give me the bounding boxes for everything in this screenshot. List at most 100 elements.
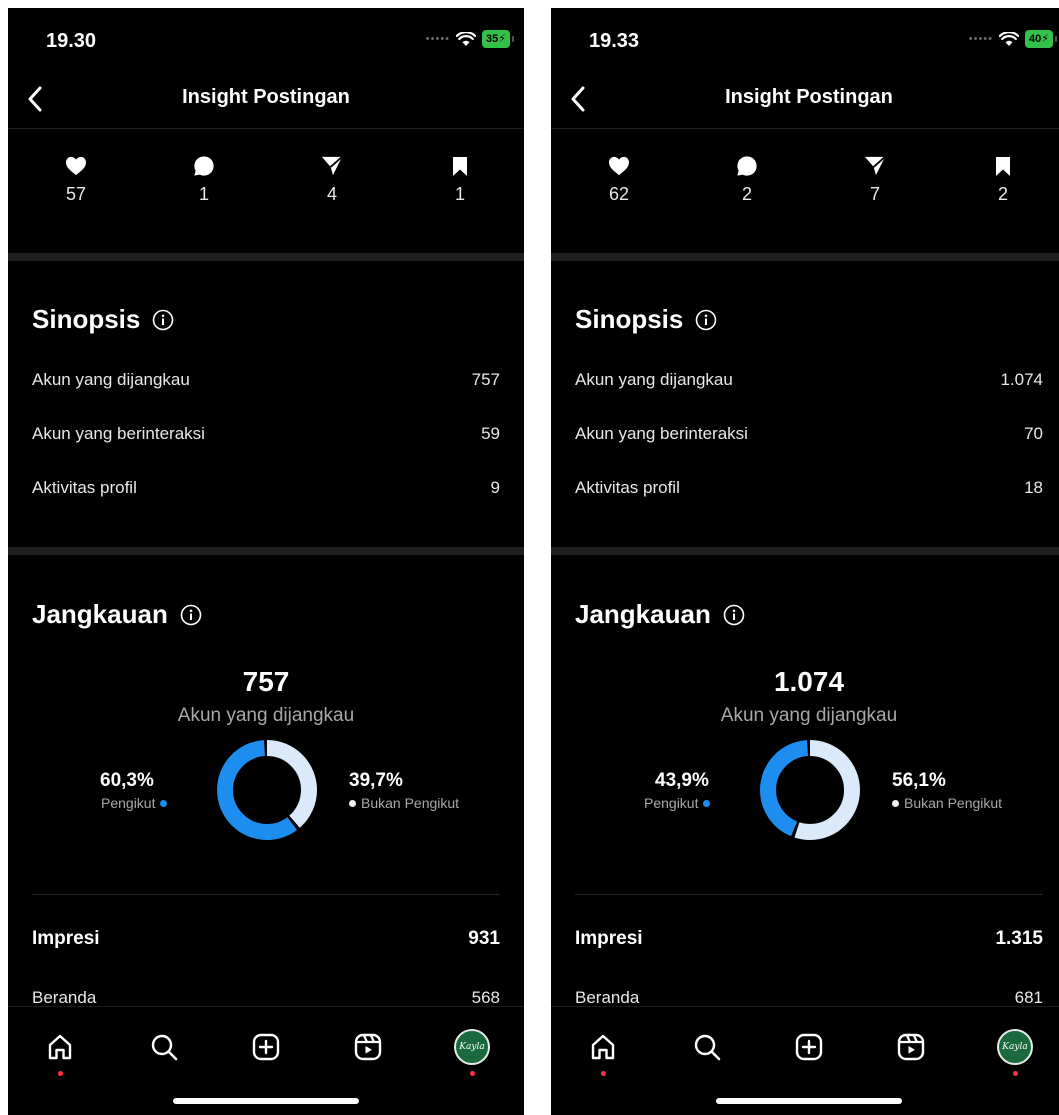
notification-dot: [601, 1071, 606, 1076]
impresi-row[interactable]: Impresi 1.315: [575, 928, 1043, 950]
bottom-tab-bar: Kayla: [551, 1006, 1059, 1115]
impresi-row[interactable]: Impresi 931: [32, 928, 500, 950]
phone-screen-left: 19.30 ••••• 35⚡ Insight Postingan 57 1 4…: [8, 8, 524, 1115]
sinopsis-row[interactable]: Aktivitas profil 9: [32, 478, 500, 498]
bottom-tab-bar: Kayla: [8, 1006, 524, 1115]
tab-search[interactable]: [142, 1025, 186, 1069]
search-icon: [151, 1034, 178, 1061]
battery-level: 40: [1029, 33, 1042, 45]
sinopsis-row[interactable]: Akun yang berinteraksi 70: [575, 424, 1043, 444]
info-icon[interactable]: [723, 604, 745, 626]
tab-home[interactable]: [38, 1025, 82, 1069]
divider-line: [32, 894, 500, 895]
likes-count: 57: [65, 184, 87, 204]
status-icons: ••••• 40⚡: [969, 30, 1057, 48]
comments-metric: 1: [174, 154, 234, 205]
avatar-text: Kayla: [1002, 1042, 1028, 1052]
status-bar: 19.33 ••••• 40⚡: [551, 8, 1059, 68]
signal-icon: •••••: [425, 33, 451, 45]
battery-indicator: 40⚡: [1025, 30, 1057, 48]
phone-screen-right: 19.33 ••••• 40⚡ Insight Postingan 62 2 7…: [551, 8, 1059, 1115]
info-icon[interactable]: [180, 604, 202, 626]
row-value: 70: [1024, 424, 1043, 443]
wifi-icon: [456, 31, 477, 46]
row-label: Akun yang dijangkau: [32, 370, 190, 389]
share-icon: [321, 156, 343, 176]
saves-metric: 1: [430, 154, 490, 205]
beranda-row[interactable]: Beranda 681: [575, 988, 1043, 1008]
sinopsis-row[interactable]: Akun yang dijangkau 1.074: [575, 370, 1043, 390]
followers-percentage: 43,9%: [655, 770, 709, 791]
comment-icon: [737, 156, 757, 176]
status-icons: ••••• 35⚡: [425, 30, 514, 48]
impresi-label: Impresi: [575, 928, 643, 949]
tab-create[interactable]: [244, 1025, 288, 1069]
tab-search[interactable]: [685, 1025, 729, 1069]
comment-icon: [194, 156, 214, 176]
beranda-row[interactable]: Beranda 568: [32, 988, 500, 1008]
followers-percentage: 60,3%: [100, 770, 154, 791]
section-divider: [551, 547, 1059, 555]
saves-metric: 2: [973, 154, 1033, 205]
section-divider: [8, 253, 524, 261]
tab-reels[interactable]: [346, 1025, 390, 1069]
tab-create[interactable]: [787, 1025, 831, 1069]
jangkauan-title: Jangkauan: [32, 599, 202, 630]
reach-donut-chart: [760, 740, 860, 840]
row-value: 757: [471, 370, 500, 389]
info-icon[interactable]: [695, 309, 717, 331]
nonfollowers-label-text: Bukan Pengikut: [904, 795, 1003, 811]
info-icon[interactable]: [152, 309, 174, 331]
engagement-metrics: 62 2 7 2: [551, 154, 1059, 224]
tab-profile[interactable]: Kayla: [450, 1025, 494, 1069]
battery-indicator: 35⚡: [482, 30, 514, 48]
wifi-icon: [999, 31, 1020, 46]
likes-count: 62: [608, 184, 630, 204]
bookmark-icon: [996, 156, 1010, 176]
section-divider: [551, 253, 1059, 261]
beranda-value: 681: [1014, 988, 1043, 1007]
notification-dot: [58, 1071, 63, 1076]
home-indicator: [716, 1098, 902, 1104]
likes-metric: 57: [46, 154, 106, 205]
notification-dot: [470, 1071, 475, 1076]
saves-count: 2: [997, 184, 1008, 204]
nonfollowers-legend-dot: [349, 799, 356, 807]
followers-label: Pengikut: [101, 795, 168, 811]
jangkauan-title-text: Jangkauan: [575, 599, 711, 629]
nonfollowers-label: Bukan Pengikut: [349, 795, 459, 811]
home-icon: [48, 1034, 72, 1060]
impresi-label: Impresi: [32, 928, 100, 949]
sinopsis-row[interactable]: Aktivitas profil 18: [575, 478, 1043, 498]
sinopsis-title-text: Sinopsis: [575, 304, 684, 334]
page-title: Insight Postingan: [725, 86, 893, 108]
home-icon: [591, 1034, 615, 1060]
nav-bar: Insight Postingan: [551, 68, 1059, 129]
followers-label-text: Pengikut: [644, 795, 699, 811]
reach-total: 1.074: [773, 666, 845, 697]
reach-caption: Akun yang dijangkau: [177, 705, 355, 726]
nonfollowers-percentage: 56,1%: [892, 770, 946, 791]
beranda-value: 568: [471, 988, 500, 1007]
reels-icon: [897, 1033, 925, 1061]
followers-legend-dot: [703, 799, 711, 807]
shares-count: 7: [869, 184, 880, 204]
tab-home[interactable]: [581, 1025, 625, 1069]
row-value: 1.074: [1000, 370, 1043, 389]
row-label: Akun yang dijangkau: [575, 370, 733, 389]
shares-metric: 7: [845, 154, 905, 205]
row-label: Akun yang berinteraksi: [575, 424, 748, 443]
avatar: Kayla: [454, 1029, 490, 1065]
sinopsis-title-text: Sinopsis: [32, 304, 141, 334]
heart-icon: [609, 156, 629, 176]
sinopsis-row[interactable]: Akun yang berinteraksi 59: [32, 424, 500, 444]
beranda-label: Beranda: [32, 988, 97, 1007]
tab-reels[interactable]: [889, 1025, 933, 1069]
tab-profile[interactable]: Kayla: [993, 1025, 1037, 1069]
sinopsis-title: Sinopsis: [575, 304, 717, 335]
nonfollowers-label: Bukan Pengikut: [892, 795, 1002, 811]
impresi-value: 1.315: [995, 928, 1043, 949]
sinopsis-row[interactable]: Akun yang dijangkau 757: [32, 370, 500, 390]
row-value: 59: [481, 424, 500, 443]
comments-count: 1: [198, 184, 209, 204]
